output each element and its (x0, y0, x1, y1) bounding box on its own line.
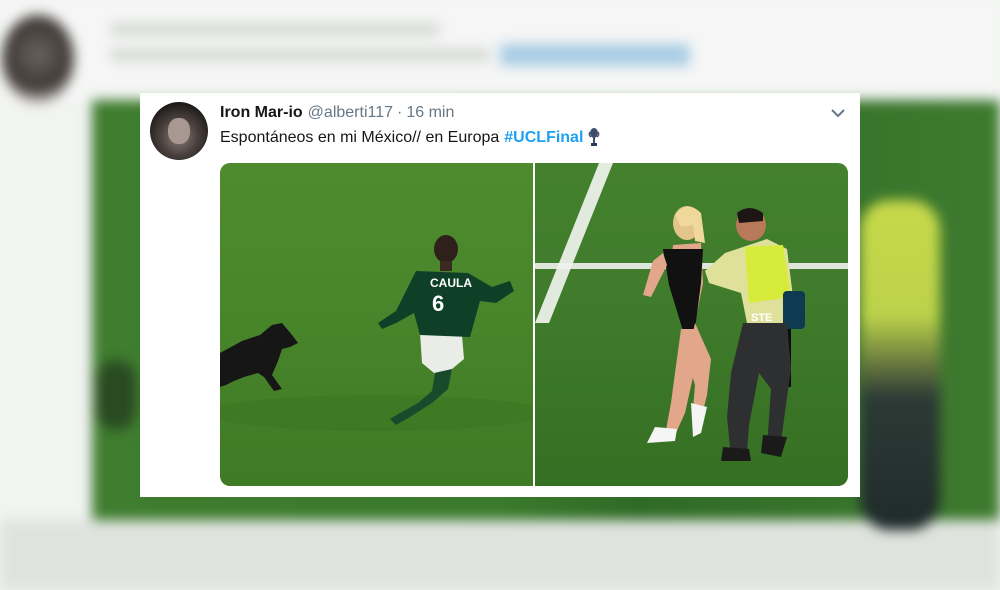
media-image-dog-player[interactable]: CAULA 6 (220, 163, 533, 486)
shirt-number: 6 (432, 291, 444, 316)
chevron-down-icon[interactable] (830, 107, 846, 119)
author-handle[interactable]: @alberti117 (308, 104, 393, 122)
separator-dot: · (397, 104, 403, 121)
timestamp[interactable]: 16 min (406, 104, 454, 122)
avatar[interactable] (150, 102, 208, 160)
tweet-card: Iron Mar-io @alberti117 · 16 min Espontá… (140, 93, 860, 497)
tweet-body: Espontáneos en mi México// en Europa (220, 129, 500, 146)
media-image-pitch-invader[interactable]: STE (535, 163, 848, 486)
hashtag-link[interactable]: #UCLFinal (504, 129, 583, 147)
tweet-text: Espontáneos en mi México// en Europa #UC… (220, 127, 600, 149)
author-name[interactable]: Iron Mar-io (220, 104, 303, 122)
tweet-media[interactable]: CAULA 6 STE (220, 163, 848, 486)
ucl-trophy-icon (589, 128, 600, 146)
tweet-header: Iron Mar-io @alberti117 · 16 min (220, 102, 840, 124)
shirt-text: CAULA (430, 276, 472, 290)
vest-text: STE (751, 312, 772, 324)
